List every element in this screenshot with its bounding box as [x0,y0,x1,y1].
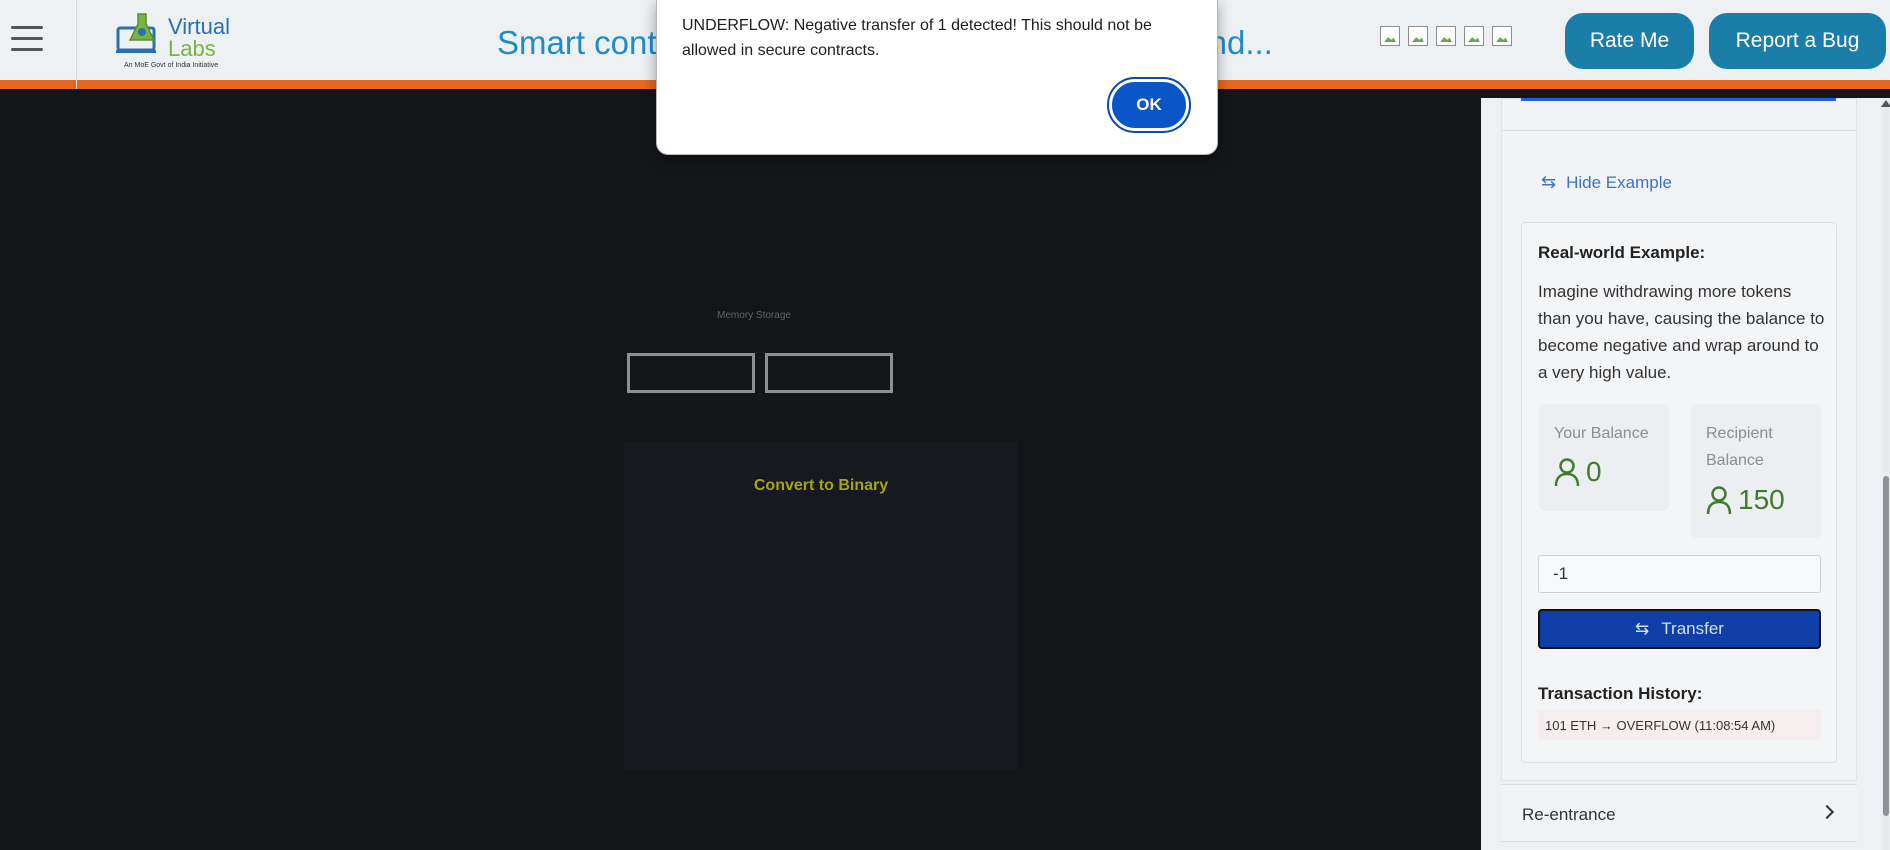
example-description: Imagine withdrawing more tokens than you… [1538,282,1825,382]
example-title: Real-world Example: [1538,243,1706,262]
swap-arrows-icon: ⇆ [1635,619,1650,638]
transfer-label: Transfer [1661,619,1724,638]
recipient-balance-value: 150 [1738,484,1785,515]
report-bug-button[interactable]: Report a Bug [1709,13,1886,69]
transaction-history-item: 101 ETH → OVERFLOW (11:08:54 AM) [1538,710,1821,740]
previous-button-edge[interactable] [1521,98,1836,101]
chevron-right-icon [1819,804,1835,820]
person-icon [1706,486,1732,515]
recipient-balance-label: Recipient Balance [1706,425,1773,469]
your-balance-row: 0 [1554,456,1602,488]
person-icon [1554,458,1580,487]
sidebar-scrollbar-thumb[interactable] [1883,476,1889,816]
card-divider [1501,130,1857,131]
broken-image-icon[interactable] [1380,26,1400,46]
reentrance-label: Re-entrance [1522,805,1616,824]
hide-example-label: Hide Example [1566,172,1672,192]
broken-image-icon[interactable] [1464,26,1484,46]
alert-dialog: UNDERFLOW: Negative transfer of 1 detect… [656,0,1218,155]
broken-image-icon[interactable] [1436,26,1456,46]
recipient-balance-row: 150 [1706,484,1785,516]
broken-image-group [1380,26,1512,46]
scroll-up-arrow-icon[interactable] [1881,100,1890,107]
your-balance-card: Your Balance 0 [1539,404,1669,511]
transfer-amount-input[interactable] [1538,555,1821,593]
broken-image-icon[interactable] [1408,26,1428,46]
broken-image-icon[interactable] [1492,26,1512,46]
flask-logo-icon [116,13,156,53]
hamburger-menu-icon[interactable] [11,26,43,52]
transaction-history-title: Transaction History: [1538,684,1703,703]
memory-cell [627,353,755,393]
logo-text-labs: Labs [168,36,216,61]
transfer-button[interactable]: ⇆ Transfer [1538,609,1821,649]
rate-me-button[interactable]: Rate Me [1565,13,1694,69]
ok-button[interactable]: OK [1107,77,1191,133]
recipient-balance-card: Recipient Balance 150 [1691,404,1821,538]
convert-to-binary-button[interactable]: Convert to Binary [624,477,1018,495]
your-balance-value: 0 [1586,456,1602,487]
logo-tagline: An MoE Govt of India Initiative [124,62,219,69]
virtual-labs-logo[interactable]: Virtual Labs An MoE Govt of India Initia… [116,10,230,72]
your-balance-label: Your Balance [1554,425,1649,442]
alert-message: UNDERFLOW: Negative transfer of 1 detect… [682,17,1152,59]
memory-cell [765,353,893,393]
header-divider [76,0,77,89]
swap-arrows-icon: ⇆ [1541,172,1557,192]
reentrance-accordion[interactable]: Re-entrance [1501,784,1857,842]
hide-example-link[interactable]: ⇆ Hide Example [1541,172,1672,193]
memory-storage-label: Memory Storage [717,310,791,321]
binary-panel: Convert to Binary [624,441,1018,769]
